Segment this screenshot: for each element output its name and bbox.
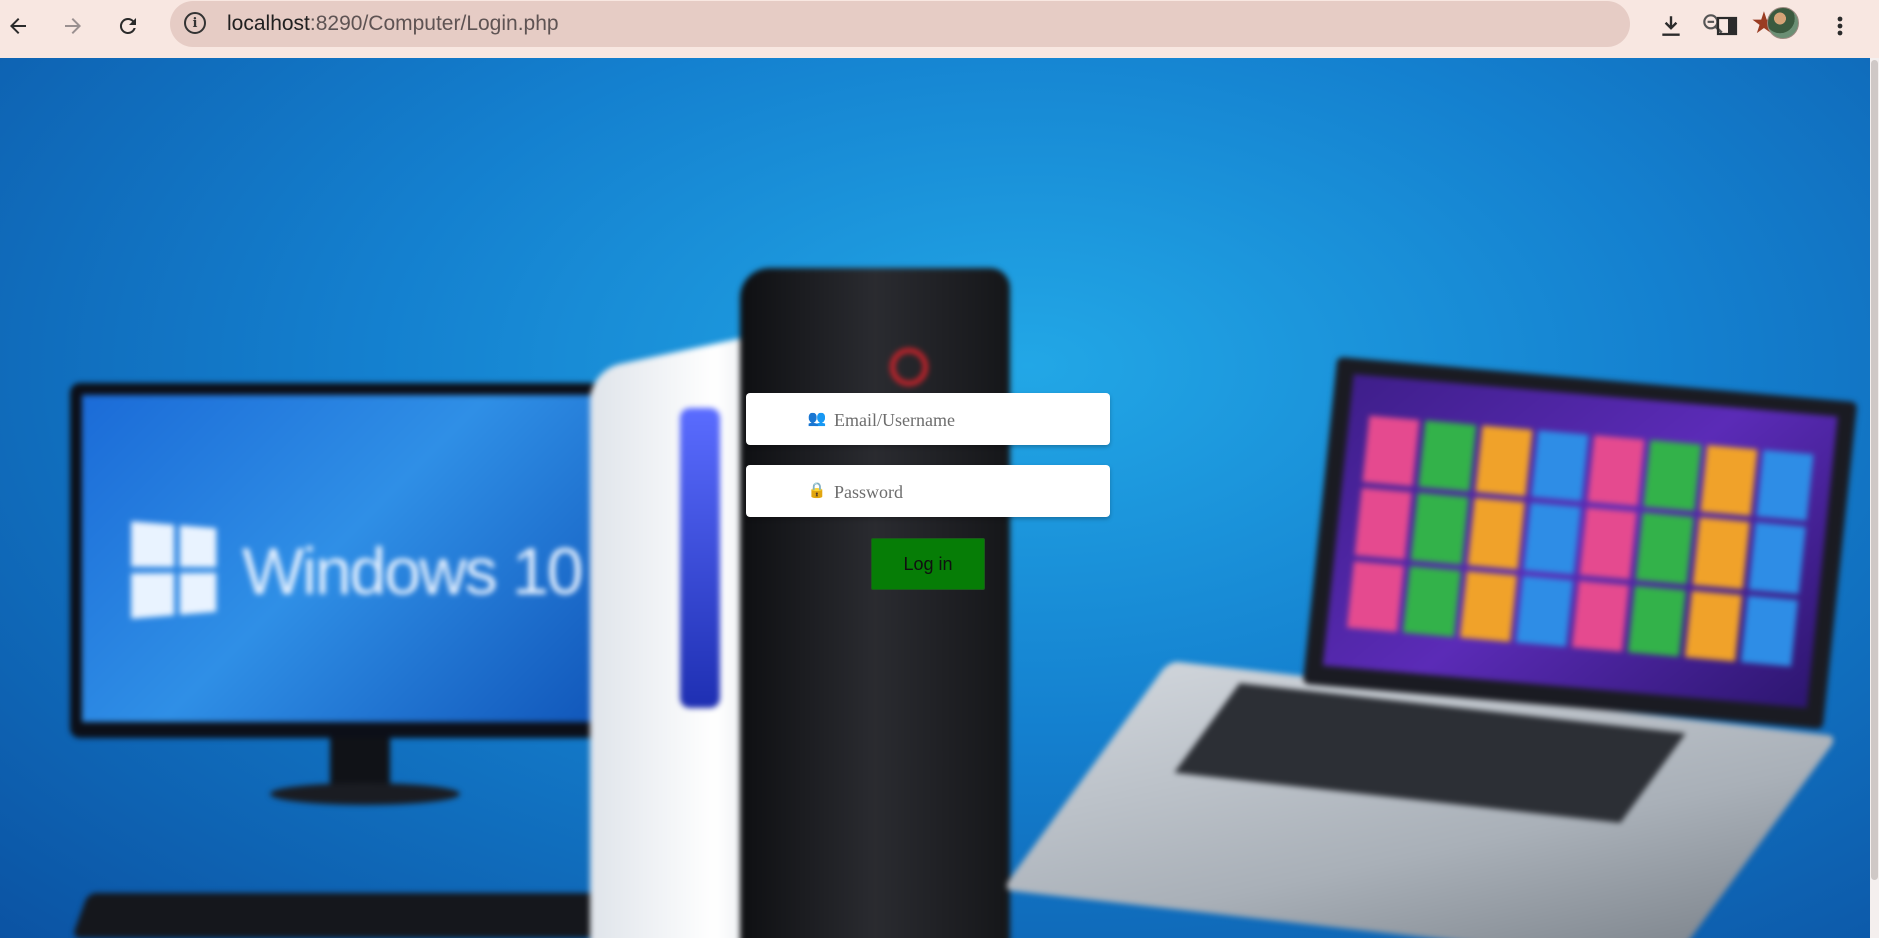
lock-icon: 🔒 xyxy=(807,482,827,499)
login-form: 👥 🔒 Log in xyxy=(746,393,1110,590)
windows-logo-icon xyxy=(131,521,217,619)
username-input[interactable] xyxy=(832,393,1106,447)
download-icon[interactable] xyxy=(1653,8,1689,44)
monitor-illustration: Windows 10 xyxy=(70,383,670,738)
keyboard-illustration xyxy=(71,893,649,938)
scrollbar[interactable] xyxy=(1870,58,1879,938)
page-viewport: Windows 10 👥 🔒 xyxy=(0,58,1870,938)
laptop-illustration xyxy=(1302,356,1858,730)
browser-toolbar: i localhost:8290/Computer/Login.php ★ xyxy=(0,0,1879,58)
url-host: localhost xyxy=(227,12,310,35)
profile-avatar[interactable] xyxy=(1767,7,1799,39)
monitor-text: Windows 10 xyxy=(242,534,583,608)
url-text[interactable]: localhost:8290/Computer/Login.php xyxy=(227,12,559,36)
reload-icon[interactable] xyxy=(110,8,146,44)
url-path: :8290/Computer/Login.php xyxy=(309,12,559,35)
username-field[interactable]: 👥 xyxy=(746,393,1110,447)
scrollbar-thumb[interactable] xyxy=(1871,60,1878,880)
users-icon: 👥 xyxy=(807,410,827,427)
address-bar[interactable]: i localhost:8290/Computer/Login.php ★ xyxy=(170,1,1777,47)
site-info-icon[interactable]: i xyxy=(184,12,206,34)
password-input[interactable] xyxy=(832,465,1106,519)
back-icon[interactable] xyxy=(0,8,36,44)
tower-illustration xyxy=(590,268,1010,938)
login-button[interactable]: Log in xyxy=(871,538,985,590)
side-panel-icon[interactable] xyxy=(1709,8,1745,44)
menu-icon[interactable] xyxy=(1822,8,1858,44)
forward-icon[interactable] xyxy=(55,8,91,44)
password-field[interactable]: 🔒 xyxy=(746,465,1110,519)
